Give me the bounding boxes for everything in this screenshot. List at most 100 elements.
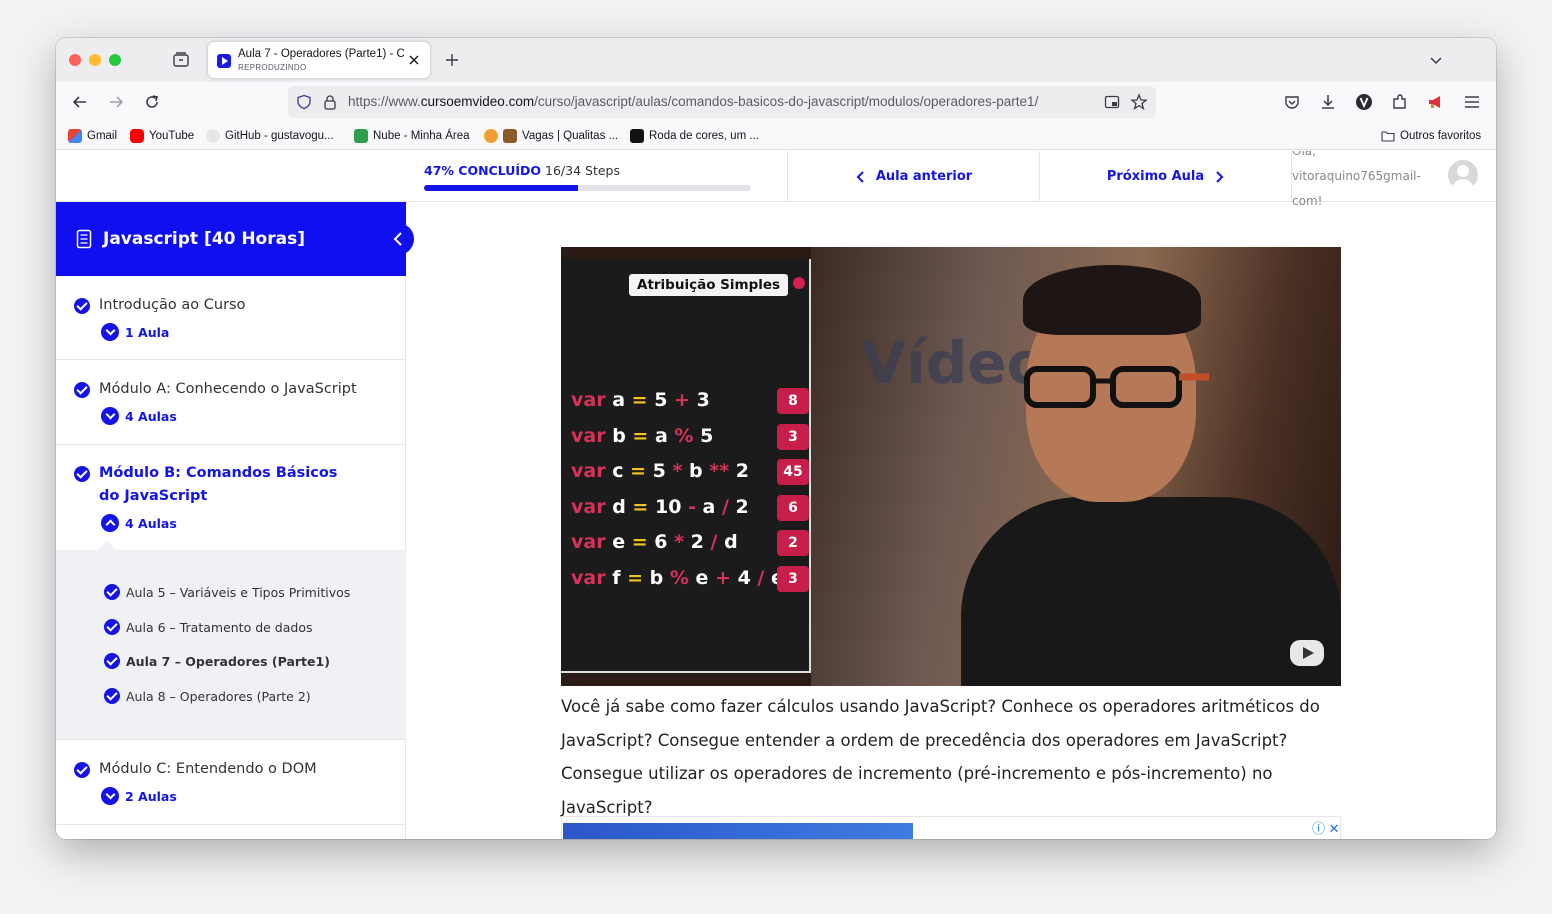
vpn-extension-icon[interactable]	[1354, 92, 1374, 112]
other-bookmarks-folder[interactable]: Outros favoritos	[1381, 128, 1481, 144]
active-tab[interactable]: Aula 7 - Operadores (Parte1) - Curso em …	[208, 42, 430, 78]
url-bar[interactable]: https://www.cursoemvideo.com/curso/javas…	[288, 86, 1156, 118]
lesson-count-toggle[interactable]: 2 Aulas	[101, 787, 177, 805]
completed-check-icon	[74, 382, 90, 398]
tab-overview-icon[interactable]	[172, 51, 190, 69]
pocket-icon[interactable]	[1282, 92, 1302, 112]
window-close-button[interactable]	[69, 54, 81, 66]
code-assign: =	[632, 495, 655, 518]
lesson-item-current[interactable]: Aula 7 – Operadores (Parte1)	[104, 653, 330, 669]
code-variable: b	[612, 424, 633, 447]
ad-banner[interactable]: ⓘ ✕	[561, 816, 1341, 839]
module-c[interactable]: Módulo C: Entendendo o DOM 2 Aulas	[56, 740, 406, 825]
bookmark-color-wheel[interactable]: Roda de cores, um ...	[630, 128, 759, 144]
back-arrow-icon[interactable]	[70, 92, 90, 112]
tab-list-chevron-icon[interactable]	[1428, 52, 1444, 68]
bookmark-nube[interactable]: Nube - Minha Área	[354, 128, 470, 144]
window-minimize-button[interactable]	[89, 54, 101, 66]
lesson-count-toggle[interactable]: 4 Aulas	[101, 407, 177, 425]
lock-icon[interactable]	[322, 94, 338, 110]
forward-arrow-icon[interactable]	[106, 92, 126, 112]
reload-icon[interactable]	[142, 92, 162, 112]
play-logo-icon[interactable]	[1289, 639, 1325, 667]
tab-close-icon[interactable]	[406, 52, 422, 68]
lesson-item[interactable]: Aula 8 – Operadores (Parte 2)	[104, 688, 311, 704]
presenter-glasses	[1024, 366, 1209, 408]
window-maximize-button[interactable]	[109, 54, 121, 66]
module-b-lessons: Aula 5 – Variáveis e Tipos Primitivos Au…	[56, 541, 406, 740]
code-operand: a	[702, 495, 722, 518]
picture-in-picture-icon[interactable]	[1104, 94, 1120, 110]
progress-bar-fill	[424, 185, 578, 191]
code-keyword: var	[571, 389, 613, 411]
menu-hamburger-icon[interactable]	[1462, 92, 1482, 112]
progress-text: 47% CONCLUÍDO 16/34 Steps	[424, 163, 754, 178]
code-assign: =	[632, 424, 655, 447]
code-operand: 5	[700, 424, 714, 447]
avatar[interactable]	[1448, 160, 1478, 190]
code-line: var f = b % e + 4 / e	[571, 567, 784, 589]
url-text[interactable]: https://www.cursoemvideo.com/curso/javas…	[348, 94, 1093, 109]
module-title: Módulo A: Conhecendo o JavaScript	[99, 381, 357, 397]
bookmark-label: Gmail	[87, 130, 118, 142]
bookmark-label: GitHub - gustavogu...	[225, 130, 334, 142]
bookmark-youtube[interactable]: YouTube	[130, 128, 194, 144]
progress-steps: 16/34 Steps	[545, 163, 620, 178]
code-variable: d	[612, 495, 633, 518]
youtube-icon	[130, 129, 144, 143]
code-line: var b = a % 5	[571, 425, 713, 447]
chevron-down-icon	[101, 787, 119, 805]
lesson-item[interactable]: Aula 5 – Variáveis e Tipos Primitivos	[104, 584, 350, 600]
code-result-badge: 2	[777, 530, 809, 557]
video-player[interactable]: Atribuição Simples var a = 5 + 3 8 var b …	[561, 247, 1341, 686]
new-tab-icon[interactable]	[442, 50, 462, 70]
code-operand: e	[695, 567, 716, 589]
code-operator: %	[674, 424, 701, 447]
chevron-up-icon	[101, 514, 119, 532]
module-intro[interactable]: Introdução ao Curso 1 Aula	[56, 276, 406, 360]
megaphone-icon[interactable]	[1426, 92, 1446, 112]
chevron-down-icon	[101, 407, 119, 425]
folder-icon	[1381, 131, 1395, 142]
code-operand: 2	[735, 460, 749, 483]
code-assign: =	[631, 531, 655, 554]
code-operand: 10	[654, 495, 689, 518]
code-variable: e	[612, 531, 632, 554]
lesson-label: Aula 5 – Variáveis e Tipos Primitivos	[126, 584, 351, 600]
next-lesson-label: Próximo Aula	[1106, 169, 1205, 184]
code-operand: a	[654, 424, 675, 447]
presenter-body	[961, 497, 1341, 686]
shield-icon[interactable]	[296, 94, 312, 110]
ad-image[interactable]	[563, 823, 913, 839]
sidebar-header: Javascript [40 Horas]	[56, 202, 414, 276]
bookmark-github[interactable]: GitHub - gustavogu...	[206, 128, 334, 144]
module-a[interactable]: Módulo A: Conhecendo o JavaScript 4 Aula…	[56, 360, 406, 445]
bookmark-star-icon[interactable]	[1130, 93, 1148, 111]
code-variable: f	[612, 567, 628, 589]
extensions-puzzle-icon[interactable]	[1390, 92, 1410, 112]
ad-info-close-icon[interactable]: ⓘ ✕	[1312, 818, 1340, 837]
code-operand: 6	[654, 531, 675, 554]
code-variable: c	[612, 460, 631, 483]
lesson-count-toggle[interactable]: 1 Aula	[101, 323, 169, 341]
tab-bar: Aula 7 - Operadores (Parte1) - Curso em …	[56, 38, 1496, 82]
colorwheel-icon	[630, 129, 644, 143]
code-line: var e = 6 * 2 / d	[571, 531, 738, 553]
module-b[interactable]: Módulo B: Comandos Básicos do JavaScript…	[56, 445, 406, 550]
download-icon[interactable]	[1318, 92, 1338, 112]
code-operator: +	[715, 567, 738, 589]
slide-title: Atribuição Simples	[629, 274, 789, 296]
navigation-bar: https://www.cursoemvideo.com/curso/javas…	[56, 82, 1496, 122]
code-keyword: var	[571, 460, 613, 483]
previous-lesson-label: Aula anterior	[875, 169, 973, 184]
lesson-label: Aula 8 – Operadores (Parte 2)	[126, 688, 311, 704]
lesson-count-toggle[interactable]: 4 Aulas	[101, 514, 177, 532]
user-avatar-icon	[1452, 165, 1474, 190]
code-result-badge: 8	[777, 388, 809, 414]
next-lesson-button[interactable]: Próximo Aula	[1039, 151, 1292, 202]
code-operand: b	[689, 460, 710, 483]
previous-lesson-button[interactable]: Aula anterior	[787, 151, 1040, 202]
bookmark-qualitas[interactable]: Vagas | Qualitas ...	[484, 128, 618, 144]
lesson-item[interactable]: Aula 6 – Tratamento de dados	[104, 619, 313, 635]
bookmark-gmail[interactable]: Gmail	[68, 128, 117, 144]
